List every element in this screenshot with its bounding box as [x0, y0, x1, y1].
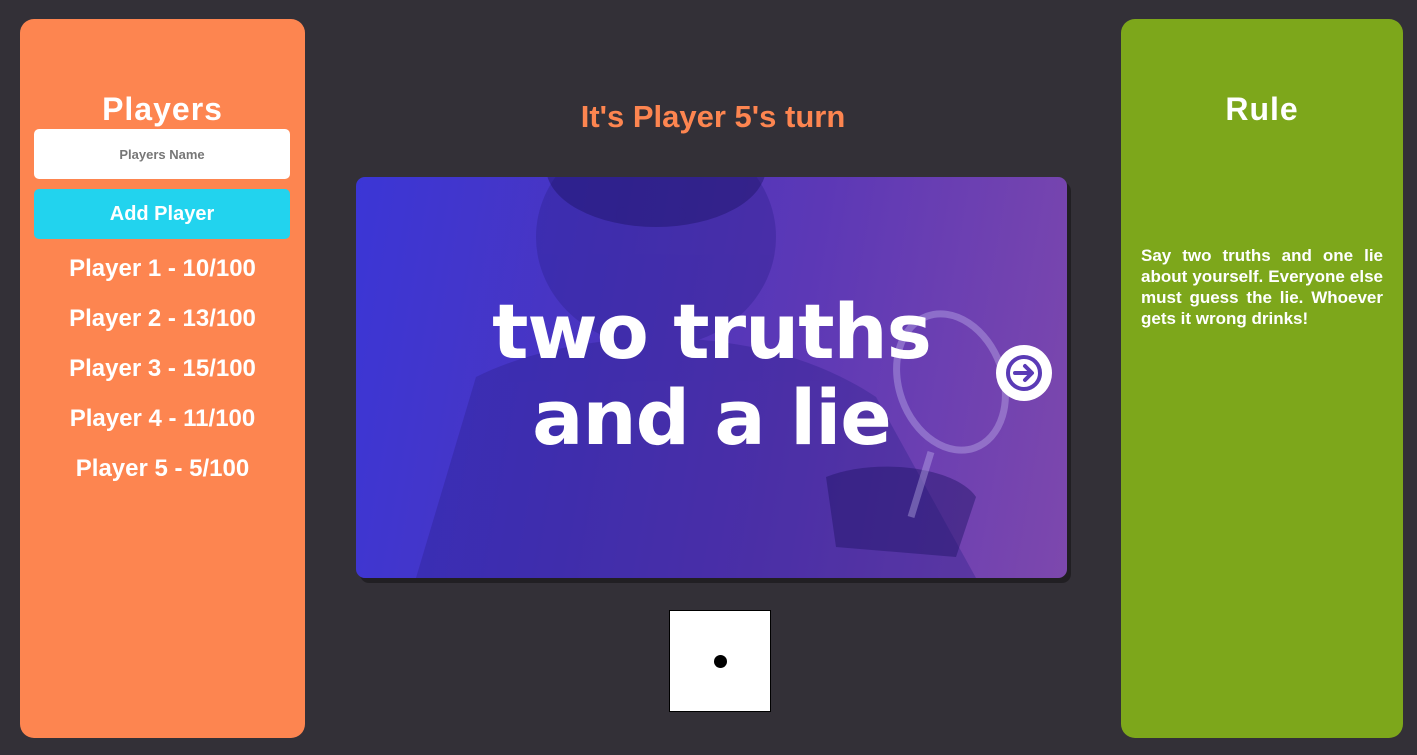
next-card-button[interactable] [996, 345, 1052, 401]
player-score-item: Player 3 - 15/100 [69, 355, 256, 382]
card-title: two truths and a lie [356, 289, 1067, 461]
card-title-line-1: two truths [492, 287, 932, 376]
rule-title: Rule [1225, 91, 1299, 127]
dice-pip [714, 655, 727, 668]
players-title: Players [102, 91, 223, 127]
players-panel: Players Add Player Player 1 - 10/100 Pla… [20, 19, 305, 738]
player-name-input[interactable] [34, 129, 290, 179]
player-list: Player 1 - 10/100 Player 2 - 13/100 Play… [20, 254, 305, 504]
rule-text: Say two truths and one lie about yoursel… [1141, 246, 1383, 328]
player-score-item: Player 2 - 13/100 [69, 305, 256, 332]
player-score-item: Player 1 - 10/100 [69, 255, 256, 282]
add-player-button[interactable]: Add Player [34, 189, 290, 239]
player-score-item: Player 5 - 5/100 [75, 455, 250, 482]
dice[interactable] [669, 610, 771, 712]
arrow-right-circle-icon [1006, 355, 1042, 391]
game-card: two truths and a lie [356, 177, 1067, 578]
card-title-line-2: and a lie [532, 373, 892, 462]
turn-indicator: It's Player 5's turn [580, 99, 846, 134]
rule-panel: Rule Say two truths and one lie about yo… [1121, 19, 1403, 738]
player-score-item: Player 4 - 11/100 [69, 405, 256, 432]
